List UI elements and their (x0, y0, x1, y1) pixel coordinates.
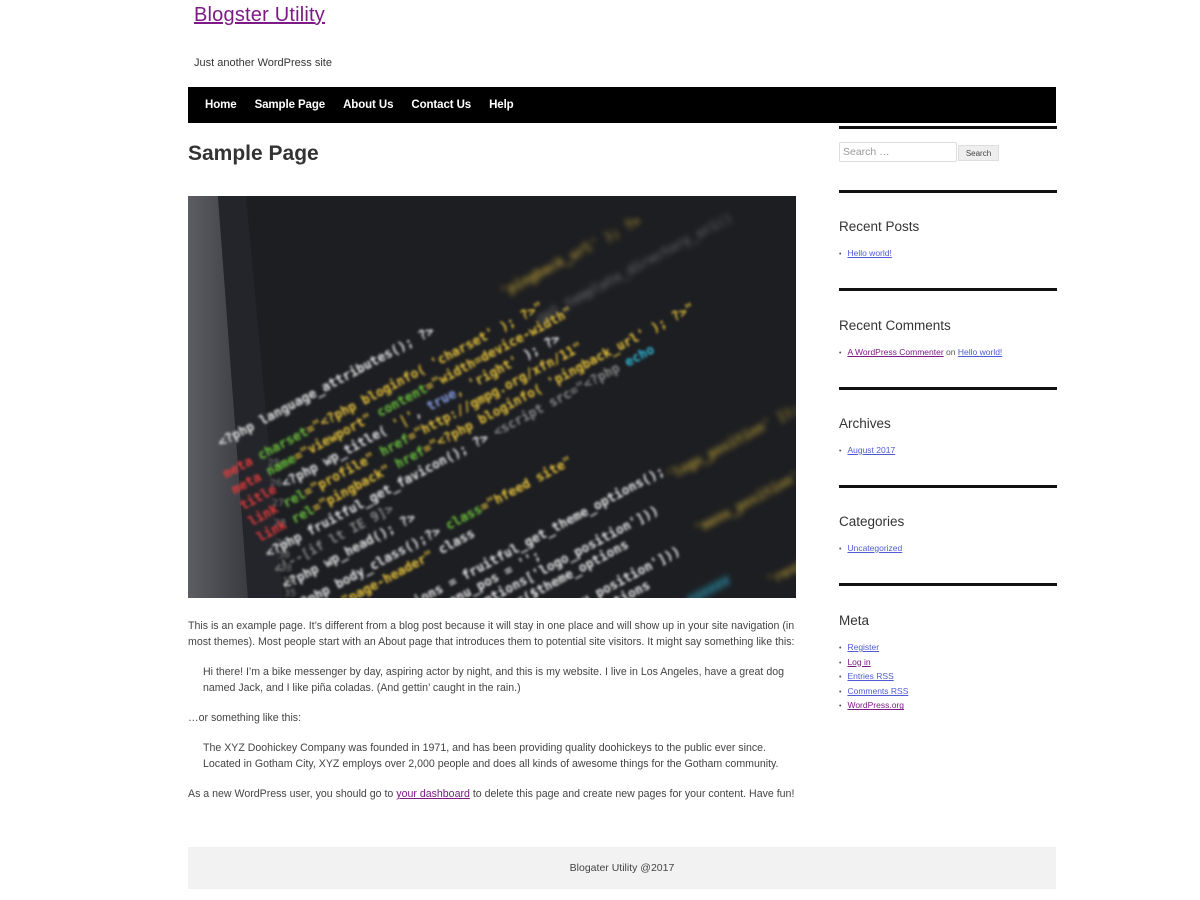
comment-author-link[interactable]: A WordPress Commenter (847, 347, 943, 357)
nav-item-sample-page[interactable]: Sample Page (255, 99, 326, 111)
search-button[interactable]: Search (958, 145, 999, 161)
archive-link[interactable]: August 2017 (847, 445, 895, 455)
widget-divider (839, 190, 1057, 193)
list-item: August 2017 (839, 444, 895, 459)
footer-copyright: Blogater Utility @2017 (569, 862, 675, 874)
categories-list: Uncategorized (839, 542, 902, 557)
widget-divider (839, 387, 1057, 390)
site-description: Just another WordPress site (194, 57, 332, 69)
or-paragraph: …or something like this: (188, 712, 302, 724)
meta-list: Register Log in Entries RSS Comments RSS… (839, 641, 908, 714)
widget-title-recent-comments: Recent Comments (839, 318, 951, 333)
widget-divider (839, 288, 1057, 291)
list-item: Register (839, 641, 908, 656)
widget-divider (839, 485, 1057, 488)
meta-register-link[interactable]: Register (847, 642, 879, 652)
meta-login-link[interactable]: Log in (847, 657, 870, 667)
site-title-link[interactable]: Blogster Utility (194, 4, 325, 27)
list-item: Comments RSS (839, 685, 908, 700)
nav-item-home[interactable]: Home (205, 99, 237, 111)
search-input[interactable] (839, 142, 957, 162)
widget-title-archives: Archives (839, 416, 891, 431)
code-screen-illustration: 252627 282930 333435 <?php language_attr… (188, 196, 796, 598)
list-item: WordPress.org (839, 699, 908, 714)
site-footer: Blogater Utility @2017 (188, 847, 1056, 889)
page-content: This is an example page. It’s different … (188, 618, 800, 816)
dashboard-text-after: to delete this page and create new pages… (469, 788, 795, 800)
list-item: Hello world! (839, 247, 891, 262)
recent-post-link[interactable]: Hello world! (847, 248, 891, 258)
dashboard-paragraph: As a new WordPress user, you should go t… (188, 786, 800, 802)
quote-bike-messenger: Hi there! I’m a bike messenger by day, a… (203, 666, 784, 694)
list-item: Log in (839, 656, 908, 671)
quote-xyz-company: The XYZ Doohickey Company was founded in… (203, 742, 779, 770)
nav-item-contact-us[interactable]: Contact Us (411, 99, 471, 111)
page: Blogster Utility Just another WordPress … (0, 0, 1200, 900)
list-item: A WordPress Commenter on Hello world! (839, 346, 1002, 361)
widget-title-recent-posts: Recent Posts (839, 219, 920, 234)
list-item: Entries RSS (839, 670, 908, 685)
widget-title-categories: Categories (839, 514, 905, 529)
widget-title-meta: Meta (839, 613, 870, 628)
recent-comments-list: A WordPress Commenter on Hello world! (839, 346, 1002, 361)
dashboard-text-before: As a new WordPress user, you should go t… (188, 788, 397, 800)
archives-list: August 2017 (839, 444, 895, 459)
list-item: Uncategorized (839, 542, 902, 557)
meta-entries-rss-link[interactable]: Entries RSS (847, 671, 893, 681)
recent-posts-list: Hello world! (839, 247, 891, 262)
nav-item-help[interactable]: Help (489, 99, 514, 111)
featured-image: 25 26 27 28 29 30 33 34 35 <?php language_attr… (188, 196, 796, 598)
nav-item-about-us[interactable]: About Us (343, 99, 393, 111)
category-link[interactable]: Uncategorized (847, 543, 902, 553)
comment-post-link[interactable]: Hello world! (958, 347, 1002, 357)
comment-on-text: on (946, 347, 956, 357)
dashboard-link[interactable]: your dashboard (396, 788, 470, 800)
intro-paragraph: This is an example page. It’s different … (188, 620, 795, 648)
meta-comments-rss-link[interactable]: Comments RSS (847, 686, 908, 696)
widget-divider (839, 126, 1057, 129)
page-title: Sample Page (188, 142, 319, 165)
meta-wordpress-org-link[interactable]: WordPress.org (847, 700, 904, 710)
main-navigation: Home Sample Page About Us Contact Us Hel… (188, 87, 1056, 123)
widget-divider (839, 583, 1057, 586)
